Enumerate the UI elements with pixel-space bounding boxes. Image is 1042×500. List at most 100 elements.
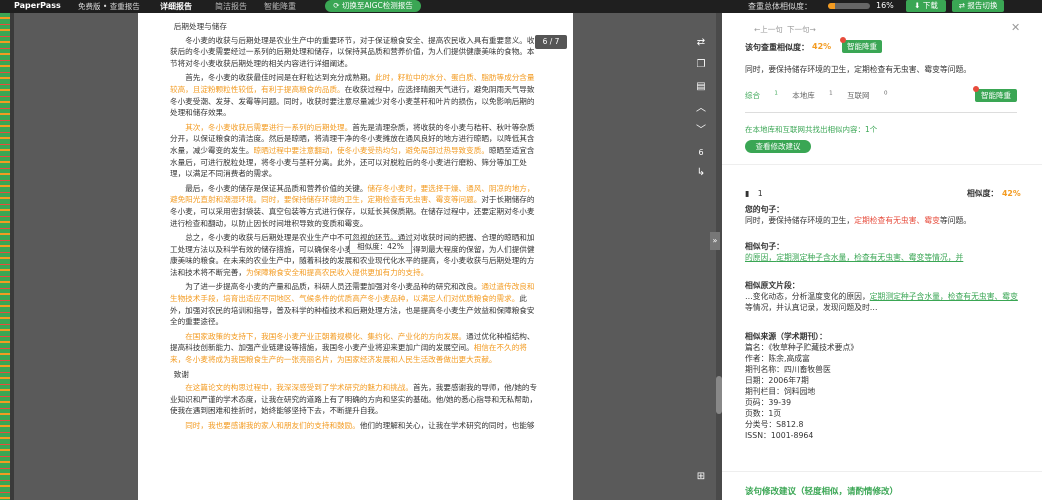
- page-indicator: 6 / 7: [535, 35, 567, 49]
- top-bar: PaperPass 免费版 • 查重报告 详细报告 简洁报告 智能降重 ⟳ 切换…: [0, 0, 1042, 13]
- similar-context-label: 相似原文片段：: [745, 281, 800, 290]
- jump-icon[interactable]: ↳: [690, 164, 712, 182]
- doc-paragraph: 在国家政策的支持下，我国冬小麦产业正朝着规模化、集约化、产业化的方向发展。通过优…: [170, 331, 542, 366]
- suggestion-footer: 该句修改建议（轻度相似，请酌情修改）: [745, 487, 899, 497]
- similar-context: …变化动态，分析温度变化的原因，定期测定种子含水量，检查有无虫害、霉变等情况，并…: [745, 292, 1018, 312]
- doc-paragraph: 最后，冬小麦的储存是保证其品质和营养价值的关键。储存冬小麦时，要选择干燥、通风、…: [170, 183, 542, 229]
- similarity-progress-fill: [828, 3, 835, 9]
- doc-paragraph: 其次，冬小麦收获后需要进行一系列的后期处理。首先是清理杂质，将收获的冬小麦与秸秆…: [170, 122, 542, 180]
- result-index: 1: [757, 189, 763, 198]
- report-switch-button[interactable]: ⇄ 报告切换: [952, 0, 1004, 12]
- similarity-tooltip: 相似度：42%: [349, 240, 412, 254]
- next-sentence-link[interactable]: 下一句→: [787, 24, 816, 35]
- grid-icon[interactable]: ⊞: [690, 468, 712, 486]
- chevron-down-icon[interactable]: ﹀: [690, 122, 712, 140]
- copy-icon[interactable]: ❐: [690, 56, 712, 74]
- source-line: 期刊栏目：饲料园地: [745, 387, 816, 396]
- tab-smart-reduce[interactable]: 智能降重: [264, 1, 296, 12]
- smart-reduce-button-top[interactable]: 智能降重: [840, 37, 882, 53]
- source-line: 篇名：《牧草种子贮藏技术要点》: [745, 343, 859, 352]
- chevron-up-icon[interactable]: ︿: [690, 100, 712, 118]
- edition-label: 免费版 • 查重报告: [78, 2, 140, 11]
- found-summary: 在本地库和互联网共找出相似内容：1个: [745, 125, 878, 134]
- doc-paragraph: 为了进一步提高冬小麦的产量和品质，科研人员还需要加强对冬小麦品种的研究和改良。通…: [170, 281, 542, 327]
- doc-paragraph: 同时，我也要感谢我的家人和朋友们的支持和鼓励。他们的理解和关心，让我在学术研究的…: [170, 420, 542, 432]
- text-segment: 首先，冬小麦的收获最佳时间是在籽粒达到充分成熟期。: [185, 73, 376, 83]
- source-line: ISSN：1001-8964: [745, 431, 814, 440]
- doc-paragraph: 首先，冬小麦的收获最佳时间是在籽粒达到充分成熟期。此时，籽粒中的水分、蛋白质、脂…: [170, 72, 542, 118]
- sentence-similarity-value: 42%: [812, 42, 832, 51]
- text-segment: 最后，冬小麦的储存是保证其品质和营养价值的关键。: [185, 183, 368, 193]
- current-sentence: 同时，要保持储存环境的卫生，定期检查有无虫害、霉变等问题。: [745, 65, 972, 74]
- detail-panel: ←上一句 下一句→ ✕ 该句查重相似度： 42% 智能降重 同时，要保持储存环境…: [722, 13, 1042, 500]
- smart-reduce-button[interactable]: 智能降重: [973, 86, 1017, 102]
- view-suggestion-button[interactable]: 查看修改建议: [745, 140, 811, 153]
- source-line: 分类号：S812.8: [745, 420, 804, 429]
- close-icon[interactable]: ✕: [1011, 21, 1020, 34]
- tab-internet[interactable]: 互联网 0: [847, 91, 887, 101]
- similar-segment[interactable]: 晾晒过程中要注意翻动，使冬小麦受热均匀，避免局部过热导致变质。: [254, 146, 489, 155]
- your-sentence-block: 您的句子： 同时，要保持储存环境的卫生，定期检查有无虫害、霉变等问题。: [745, 204, 1020, 226]
- source-line: 作者：陈余,高成富: [745, 354, 810, 363]
- overall-similarity-label: 查重总体相似度：: [748, 2, 812, 11]
- similarity-progress-bar: [828, 3, 870, 9]
- text-segment: 冬小麦的收获与后期处理是农业生产中的重要环节，对于保证粮食安全、提高农民收入具有…: [170, 35, 535, 68]
- divider: [722, 164, 1042, 165]
- divider: [722, 471, 1042, 472]
- notify-dot: [840, 37, 846, 43]
- tab-all[interactable]: 综合 1: [745, 91, 778, 101]
- tab-brief-report[interactable]: 简洁报告: [215, 1, 247, 12]
- source-line: 期刊名称：四川畜牧兽医: [745, 365, 831, 374]
- overall-similarity-value: 16%: [876, 1, 894, 10]
- tab-local[interactable]: 本地库 1: [792, 91, 832, 101]
- tool-column: ⇄ ❐ ▤ ︿ ﹀ 6 ↳ ⊞: [690, 28, 712, 498]
- document-body: 后期处理与储存冬小麦的收获与后期处理是农业生产中的重要环节，对于保证粮食安全、提…: [170, 21, 542, 435]
- brand-logo[interactable]: PaperPass: [14, 1, 61, 10]
- source-line: 日期：2006年7期: [745, 376, 809, 385]
- tabs-divider: [745, 112, 1017, 113]
- source-block: 相似来源（学术期刊）： 篇名：《牧草种子贮藏技术要点》 作者：陈余,高成富 期刊…: [745, 331, 1020, 441]
- similar-sentence: 的原因，定期测定种子含水量，检查有无虫害、霉变等情况，并: [745, 253, 964, 262]
- text-segment: 致谢: [173, 369, 189, 379]
- swap-icon[interactable]: ⇄: [690, 34, 712, 52]
- similar-segment[interactable]: 为保障粮食安全和提高农民收入提供更加有力的支持。: [246, 268, 428, 277]
- text-segment: 为了进一步提高冬小麦的产量和品质，科研人员还需要加强对冬小麦品种的研究和改良。: [185, 282, 482, 292]
- source-line: 页数：1页: [745, 409, 782, 418]
- doc-paragraph: 在这篇论文的构思过程中，我深深感受到了学术研究的魅力和挑战。首先，我要感谢我的导…: [170, 382, 542, 417]
- prev-sentence-link[interactable]: ←上一句: [754, 24, 783, 35]
- result-header: ▮ 1 相似度： 42%: [745, 188, 1021, 199]
- page-number: 6: [698, 148, 704, 157]
- text-segment: 后期处理与储存: [173, 22, 227, 31]
- similar-context-block: 相似原文片段： …变化动态，分析温度变化的原因，定期测定种子含水量，检查有无虫害…: [745, 280, 1020, 313]
- sentence-similarity-label: 该句查重相似度：: [745, 43, 809, 52]
- similar-segment[interactable]: 同时，我也要感谢我的家人和朋友们的支持和鼓励。: [185, 421, 360, 430]
- similar-sentence-label: 相似句子：: [745, 242, 784, 251]
- similar-segment[interactable]: 其次，冬小麦收获后需要进行一系列的后期处理。: [185, 123, 352, 132]
- similarity-minimap[interactable]: [0, 13, 10, 500]
- text-segment: 他们的理解和关心，让我在学术研究的同时，也能够: [359, 421, 535, 430]
- similar-segment[interactable]: 同时，要保持储存环境的卫生，定期检查有无虫害、霉变等问题。: [261, 195, 481, 204]
- download-icon: ⬇: [914, 1, 923, 10]
- doc-paragraph: 致谢: [170, 369, 542, 381]
- similar-segment[interactable]: 在这篇论文的构思过程中，我深深感受到了学术研究的魅力和挑战。: [185, 383, 413, 392]
- doc-paragraph: 后期处理与储存: [170, 21, 542, 33]
- source-tabs: 综合 1 本地库 1 互联网 0: [745, 90, 899, 101]
- result-marker-icon: ▮: [745, 189, 750, 198]
- similar-sentence-block: 相似句子： 的原因，定期测定种子含水量，检查有无虫害、霉变等情况，并: [745, 241, 1020, 263]
- source-line: 页码：39-39: [745, 398, 792, 407]
- source-label: 相似来源（学术期刊）：: [745, 332, 827, 341]
- result-similarity-value: 42%: [1002, 189, 1021, 198]
- refresh-icon: ⟳: [333, 1, 342, 10]
- your-sentence-label: 您的句子：: [745, 205, 784, 214]
- tab-detail-report[interactable]: 详细报告: [160, 1, 192, 12]
- minimap-track: [10, 13, 14, 500]
- doc-paragraph: 冬小麦的收获与后期处理是农业生产中的重要环节，对于保证粮食安全、提高农民收入具有…: [170, 35, 542, 70]
- switch-aigc-button[interactable]: ⟳ 切换至AIGC检测报告: [325, 0, 421, 12]
- collapse-panel-icon[interactable]: »: [710, 232, 720, 250]
- result-similarity-label: 相似度：: [967, 189, 999, 198]
- document-icon[interactable]: ▤: [690, 78, 712, 96]
- notify-dot: [973, 86, 979, 92]
- document-page: 后期处理与储存冬小麦的收获与后期处理是农业生产中的重要环节，对于保证粮食安全、提…: [138, 13, 573, 500]
- similar-segment[interactable]: 在国家政策的支持下，我国冬小麦产业正朝着规模化、集约化、产业化的方向发展。: [185, 332, 466, 341]
- download-button[interactable]: ⬇ 下载: [906, 0, 946, 12]
